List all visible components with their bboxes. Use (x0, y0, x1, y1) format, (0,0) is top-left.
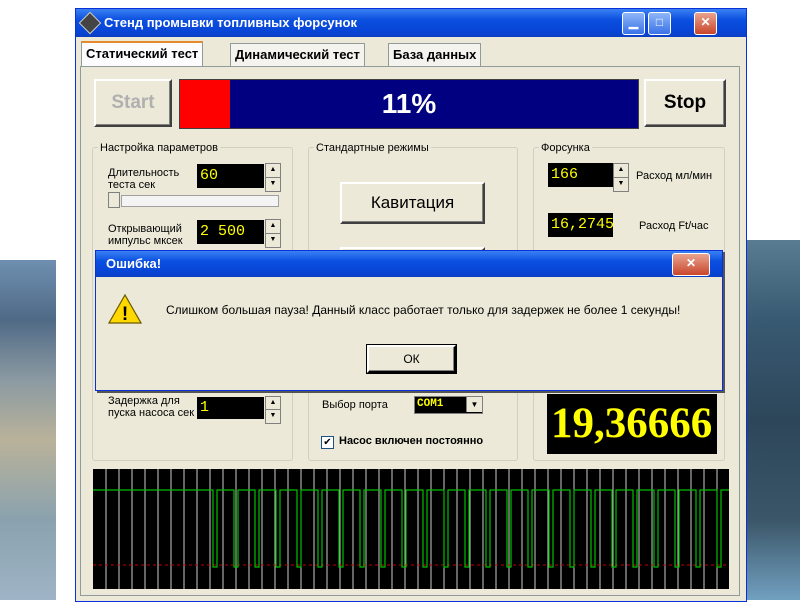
app-icon (78, 11, 102, 35)
desktop-background-right (745, 0, 800, 600)
flow-ft-display: 16,2745 (548, 213, 613, 237)
port-label: Выбор порта (322, 399, 388, 411)
maximize-button[interactable]: □ (648, 12, 671, 35)
pump-delay-input[interactable]: 1 (197, 397, 264, 419)
cavitation-button[interactable]: Кавитация (340, 182, 485, 224)
ok-button[interactable]: ОК (366, 344, 457, 374)
tab-static-test[interactable]: Статический тест (81, 41, 204, 68)
flow-ml-spin-down[interactable]: ▼ (613, 177, 629, 192)
window-titlebar[interactable]: Стенд промывки топливных форсунок ▁ □ ✕ (76, 9, 746, 37)
desktop-background-left (0, 0, 56, 600)
flow-ml-label: Расход мл/мин (636, 170, 713, 182)
minimize-button[interactable]: ▁ (622, 12, 645, 35)
dialog-message: Слишком большая пауза! Данный класс рабо… (166, 303, 681, 317)
pump-delay-label: Задержка для (108, 395, 180, 407)
waveform-display (93, 469, 729, 589)
duration-label: Длительность (108, 167, 180, 179)
window-title: Стенд промывки топливных форсунок (104, 15, 357, 30)
duration-slider[interactable] (121, 195, 279, 207)
progress-bar: 11% (179, 79, 639, 129)
injector-group-title: Форсунка (539, 142, 592, 154)
progress-text: 11% (381, 88, 437, 119)
big-flow-display: 19,36666 (547, 394, 717, 454)
start-button[interactable]: Start (94, 79, 172, 127)
dialog-titlebar[interactable]: Ошибка! ✕ (96, 251, 722, 277)
duration-spin-up[interactable]: ▲ (265, 163, 281, 178)
duration-slider-thumb[interactable] (108, 192, 120, 208)
pulse-input[interactable]: 2 500 (197, 220, 264, 244)
dialog-close-button[interactable]: ✕ (672, 253, 710, 276)
pump-checkbox[interactable]: ✔ (321, 436, 334, 449)
pulse-spin-up[interactable]: ▲ (265, 219, 281, 234)
port-select[interactable]: COM1 ▼ (414, 396, 483, 414)
pulse-label: импульс мксек (108, 235, 183, 247)
warning-icon: ! (108, 293, 142, 325)
flow-ml-display: 166 (548, 163, 613, 187)
pump-delay-spin-down[interactable]: ▼ (265, 409, 281, 424)
duration-input[interactable]: 60 (197, 164, 264, 188)
dialog-title: Ошибка! (106, 256, 162, 271)
duration-spin-down[interactable]: ▼ (265, 177, 281, 192)
pulse-label: Открывающий (108, 223, 182, 235)
tab-database[interactable]: База данных (388, 43, 482, 66)
flow-ft-label: Расход Ft/час (639, 220, 709, 232)
flow-ml-spin-up[interactable]: ▲ (613, 163, 629, 178)
pump-delay-label: пуска насоса сек (108, 407, 195, 419)
duration-label: теста сек (108, 179, 156, 191)
chevron-down-icon[interactable]: ▼ (466, 397, 482, 412)
modes-group-title: Стандартные режимы (314, 142, 431, 154)
port-select-value: COM1 (417, 398, 444, 410)
params-group-title: Настройка параметров (98, 142, 220, 154)
stop-button[interactable]: Stop (644, 79, 726, 127)
pump-checkbox-label: Насос включен постоянно (339, 435, 484, 447)
pulse-spin-down[interactable]: ▼ (265, 233, 281, 248)
warning-icon-glyph: ! (122, 304, 128, 325)
tab-dynamic-test[interactable]: Динамический тест (230, 43, 365, 66)
error-dialog: Ошибка! ✕ ! Слишком большая пауза! Данны… (95, 250, 723, 391)
close-button[interactable]: ✕ (694, 12, 717, 35)
